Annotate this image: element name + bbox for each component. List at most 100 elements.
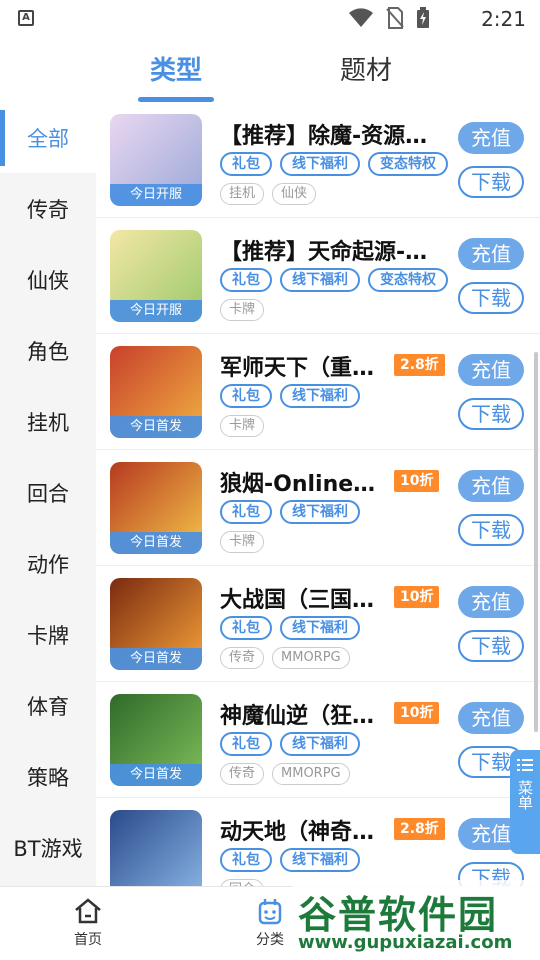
game-tags: 礼包 线下福利: [220, 848, 360, 872]
game-title[interactable]: 大战国（三国…: [220, 582, 392, 614]
game-icon[interactable]: 今日首发: [110, 694, 202, 786]
game-tags: 礼包 线下福利 变态特权: [220, 152, 448, 176]
subtag: MMORPG: [272, 763, 350, 785]
game-title[interactable]: 【推荐】天命起源-…: [220, 234, 442, 266]
game-row[interactable]: 今日首发 神魔仙逆（狂… 10折 礼包 线下福利 传奇 MMORPG 充值 下载: [96, 682, 540, 798]
nav-home-label: 首页: [74, 932, 102, 948]
game-icon[interactable]: 今日开服: [110, 114, 202, 206]
sidebar-item-sports[interactable]: 体育: [0, 670, 96, 741]
game-badge: 今日首发: [110, 764, 202, 786]
game-title[interactable]: 狼烟-Online（…: [220, 466, 392, 498]
tag-offline-welfare: 线下福利: [280, 500, 360, 524]
game-badge: 今日首发: [110, 648, 202, 670]
download-button[interactable]: 下载: [458, 166, 524, 198]
game-row[interactable]: 今日开服 【推荐】天命起源-… 礼包 线下福利 变态特权 卡牌 充值 下载: [96, 218, 540, 334]
game-title[interactable]: 【推荐】除魔-资源…: [220, 118, 442, 150]
game-title[interactable]: 动天地（神奇…: [220, 814, 392, 846]
game-subtags: 卡牌: [220, 415, 265, 437]
game-list: 今日开服 【推荐】除魔-资源… 礼包 线下福利 变态特权 挂机 仙侠 充值 下载…: [96, 102, 540, 886]
charge-button[interactable]: 充值: [458, 122, 524, 154]
tab-type[interactable]: 类型: [150, 50, 202, 87]
tag-gift: 礼包: [220, 616, 272, 640]
sidebar-item-xianxia[interactable]: 仙侠: [0, 244, 96, 315]
tag-gift: 礼包: [220, 732, 272, 756]
sidebar-item-rpg[interactable]: 角色: [0, 315, 96, 386]
sidebar-item-bt-games[interactable]: BT游戏: [0, 812, 96, 883]
game-icon[interactable]: 今日开服: [110, 230, 202, 322]
charge-button[interactable]: 充值: [458, 238, 524, 270]
tag-offline-welfare: 线下福利: [280, 732, 360, 756]
subtag: 传奇: [220, 647, 265, 669]
download-button[interactable]: 下载: [458, 630, 524, 662]
tag-gift: 礼包: [220, 500, 272, 524]
game-tags: 礼包 线下福利: [220, 500, 360, 524]
tag-offline-welfare: 线下福利: [280, 152, 360, 176]
status-time: 2:21: [481, 7, 526, 31]
game-title[interactable]: 军师天下（重…: [220, 350, 392, 382]
game-row[interactable]: 今日首发 狼烟-Online（… 10折 礼包 线下福利 卡牌 充值 下载: [96, 450, 540, 566]
scrollbar-thumb[interactable]: [534, 352, 538, 732]
tag-gift: 礼包: [220, 152, 272, 176]
nav-category-label: 分类: [256, 932, 284, 948]
tag-offline-welfare: 线下福利: [280, 384, 360, 408]
tag-gift: 礼包: [220, 384, 272, 408]
subtag: 卡牌: [220, 415, 265, 437]
game-tags: 礼包 线下福利 变态特权: [220, 268, 448, 292]
game-subtags: 传奇 MMORPG: [220, 763, 350, 785]
wifi-icon: [349, 8, 373, 27]
charge-button[interactable]: 充值: [458, 470, 524, 502]
sidebar-item-idle[interactable]: 挂机: [0, 386, 96, 457]
game-subtags: 卡牌: [220, 531, 265, 553]
sidebar-item-legend[interactable]: 传奇: [0, 173, 96, 244]
charge-button[interactable]: 充值: [458, 702, 524, 734]
game-icon[interactable]: [110, 810, 202, 886]
app-notification-icon: A: [18, 10, 34, 26]
sidebar-item-turn-based[interactable]: 回合: [0, 457, 96, 528]
no-sim-icon: [386, 7, 404, 29]
tag-special-privilege: 变态特权: [368, 152, 448, 176]
tab-theme[interactable]: 题材: [340, 50, 392, 87]
download-button[interactable]: 下载: [458, 514, 524, 546]
home-icon: [75, 898, 101, 924]
watermark-url: www.gupuxiazai.com: [298, 932, 513, 953]
tag-offline-welfare: 线下福利: [280, 268, 360, 292]
sidebar-item-action[interactable]: 动作: [0, 528, 96, 599]
game-icon[interactable]: 今日首发: [110, 346, 202, 438]
game-tags: 礼包 线下福利: [220, 732, 360, 756]
game-tags: 礼包 线下福利: [220, 616, 360, 640]
game-tags: 礼包 线下福利: [220, 384, 360, 408]
game-badge: 今日开服: [110, 300, 202, 322]
game-icon[interactable]: 今日首发: [110, 462, 202, 554]
tag-special-privilege: 变态特权: [368, 268, 448, 292]
game-row[interactable]: 今日开服 【推荐】除魔-资源… 礼包 线下福利 变态特权 挂机 仙侠 充值 下载: [96, 102, 540, 218]
charge-button[interactable]: 充值: [458, 354, 524, 386]
sidebar-item-card[interactable]: 卡牌: [0, 599, 96, 670]
subtag: 仙侠: [272, 183, 317, 205]
floating-menu-button[interactable]: 菜单: [510, 750, 540, 854]
game-icon[interactable]: 今日首发: [110, 578, 202, 670]
nav-home[interactable]: 首页: [48, 897, 128, 949]
download-button[interactable]: 下载: [458, 282, 524, 314]
sidebar-item-strategy[interactable]: 策略: [0, 741, 96, 812]
tag-offline-welfare: 线下福利: [280, 616, 360, 640]
download-button[interactable]: 下载: [458, 398, 524, 430]
tag-offline-welfare: 线下福利: [280, 848, 360, 872]
category-icon: [258, 899, 282, 925]
game-row[interactable]: 动天地（神奇… 2.8折 礼包 线下福利 回合 充值 下载: [96, 798, 540, 886]
game-subtags: 传奇 MMORPG: [220, 647, 350, 669]
watermark: 谷普软件园 www.gupuxiazai.com: [292, 880, 540, 960]
subtag: 回合: [220, 879, 265, 886]
game-row[interactable]: 今日首发 军师天下（重… 2.8折 礼包 线下福利 卡牌 充值 下载: [96, 334, 540, 450]
status-bar: A 2:21: [0, 0, 540, 36]
discount-badge: 2.8折: [394, 354, 445, 376]
subtag: 传奇: [220, 763, 265, 785]
game-row[interactable]: 今日首发 大战国（三国… 10折 礼包 线下福利 传奇 MMORPG 充值 下载: [96, 566, 540, 682]
game-title[interactable]: 神魔仙逆（狂…: [220, 698, 392, 730]
charge-button[interactable]: 充值: [458, 586, 524, 618]
discount-badge: 10折: [394, 470, 440, 492]
list-icon: [517, 759, 533, 771]
subtag: MMORPG: [272, 647, 350, 669]
discount-badge: 10折: [394, 586, 440, 608]
game-badge: 今日开服: [110, 184, 202, 206]
sidebar-item-all[interactable]: 全部: [0, 102, 96, 173]
